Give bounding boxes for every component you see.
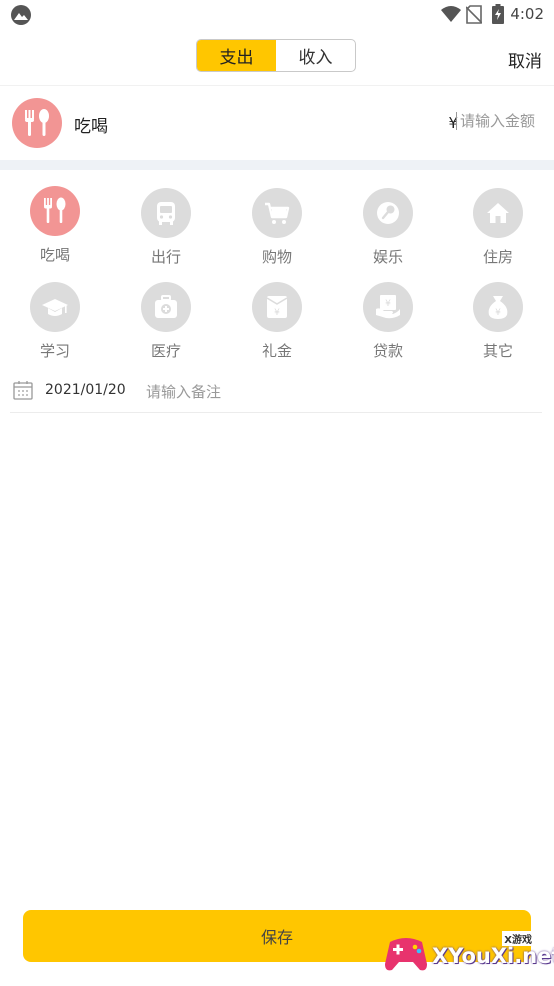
category-icon-bg: [141, 282, 191, 332]
watermark: XYouXi.net X游戏: [382, 930, 554, 978]
category-label: 娱乐: [372, 248, 403, 266]
cancel-button[interactable]: 取消: [508, 47, 542, 72]
wifi-icon: [441, 6, 461, 22]
category-label: 学习: [39, 342, 70, 360]
category-label: 贷款: [372, 342, 403, 360]
category-label: 住房: [482, 248, 513, 266]
watermark-text: XYouXi.net: [432, 944, 554, 968]
section-separator: [0, 160, 554, 170]
tab-income[interactable]: 收入: [276, 40, 355, 71]
category-item-entertainment[interactable]: 娱乐: [348, 188, 428, 267]
category-label: 吃喝: [39, 246, 70, 264]
battery-icon: [492, 4, 504, 24]
red-envelope-icon: ¥: [266, 296, 288, 318]
calendar-icon[interactable]: [13, 380, 33, 400]
graduation-cap-icon: [42, 299, 68, 316]
category-label: 礼金: [261, 342, 292, 360]
category-icon-bg: ¥: [252, 282, 302, 332]
category-label: 其它: [482, 342, 513, 360]
gamepad-logo-icon: [385, 938, 427, 971]
category-item-other[interactable]: ¥ 其它: [458, 282, 538, 361]
note-input[interactable]: 请输入备注: [146, 381, 221, 402]
date-picker[interactable]: 2021/01/20: [45, 382, 126, 398]
app-notification-icon: [11, 5, 31, 25]
category-item-transport[interactable]: 出行: [126, 188, 206, 267]
svg-text:¥: ¥: [274, 308, 280, 318]
svg-text:¥: ¥: [495, 308, 501, 318]
date-note-row: 2021/01/20 请输入备注: [10, 372, 542, 413]
tab-expense[interactable]: 支出: [197, 40, 276, 71]
category-item-housing[interactable]: 住房: [458, 188, 538, 267]
selected-category-icon: [12, 98, 62, 148]
category-icon-bg: ¥: [473, 282, 523, 332]
house-icon: [487, 203, 509, 223]
category-item-study[interactable]: 学习: [15, 282, 95, 361]
selected-category-row: 吃喝 ¥: [0, 86, 554, 160]
category-icon-bg: [141, 188, 191, 238]
category-item-food[interactable]: 吃喝: [15, 186, 95, 265]
status-bar: 4:02: [0, 0, 554, 30]
microphone-icon: [377, 202, 399, 224]
category-label: 医疗: [150, 342, 181, 360]
category-label: 购物: [261, 248, 292, 266]
type-tabs: 支出 收入: [196, 39, 356, 72]
no-sim-icon: [466, 5, 482, 24]
watermark-small-text: X游戏: [502, 931, 534, 946]
fork-spoon-icon: [25, 109, 49, 136]
clock: 4:02: [510, 5, 544, 23]
category-icon-bg: [252, 188, 302, 238]
category-icon-bg: [363, 188, 413, 238]
selected-category-label: 吃喝: [74, 117, 108, 137]
category-icon-bg: ¥: [363, 282, 413, 332]
category-icon-bg: [30, 186, 80, 236]
category-item-gift-money[interactable]: ¥ 礼金: [237, 282, 317, 361]
category-item-medical[interactable]: 医疗: [126, 282, 206, 361]
svg-text:¥: ¥: [385, 299, 391, 309]
amount-input[interactable]: [456, 112, 544, 130]
category-icon-bg: [473, 188, 523, 238]
category-item-shopping[interactable]: 购物: [237, 188, 317, 267]
medical-kit-icon: [155, 295, 177, 318]
shopping-cart-icon: [265, 202, 290, 224]
category-icon-bg: [30, 282, 80, 332]
category-item-loan[interactable]: ¥ 贷款: [348, 282, 428, 361]
money-bag-icon: ¥: [488, 296, 508, 319]
loan-card-icon: ¥: [376, 295, 400, 319]
fork-spoon-icon: [44, 197, 66, 223]
category-label: 出行: [150, 248, 181, 266]
bus-icon: [157, 202, 175, 225]
